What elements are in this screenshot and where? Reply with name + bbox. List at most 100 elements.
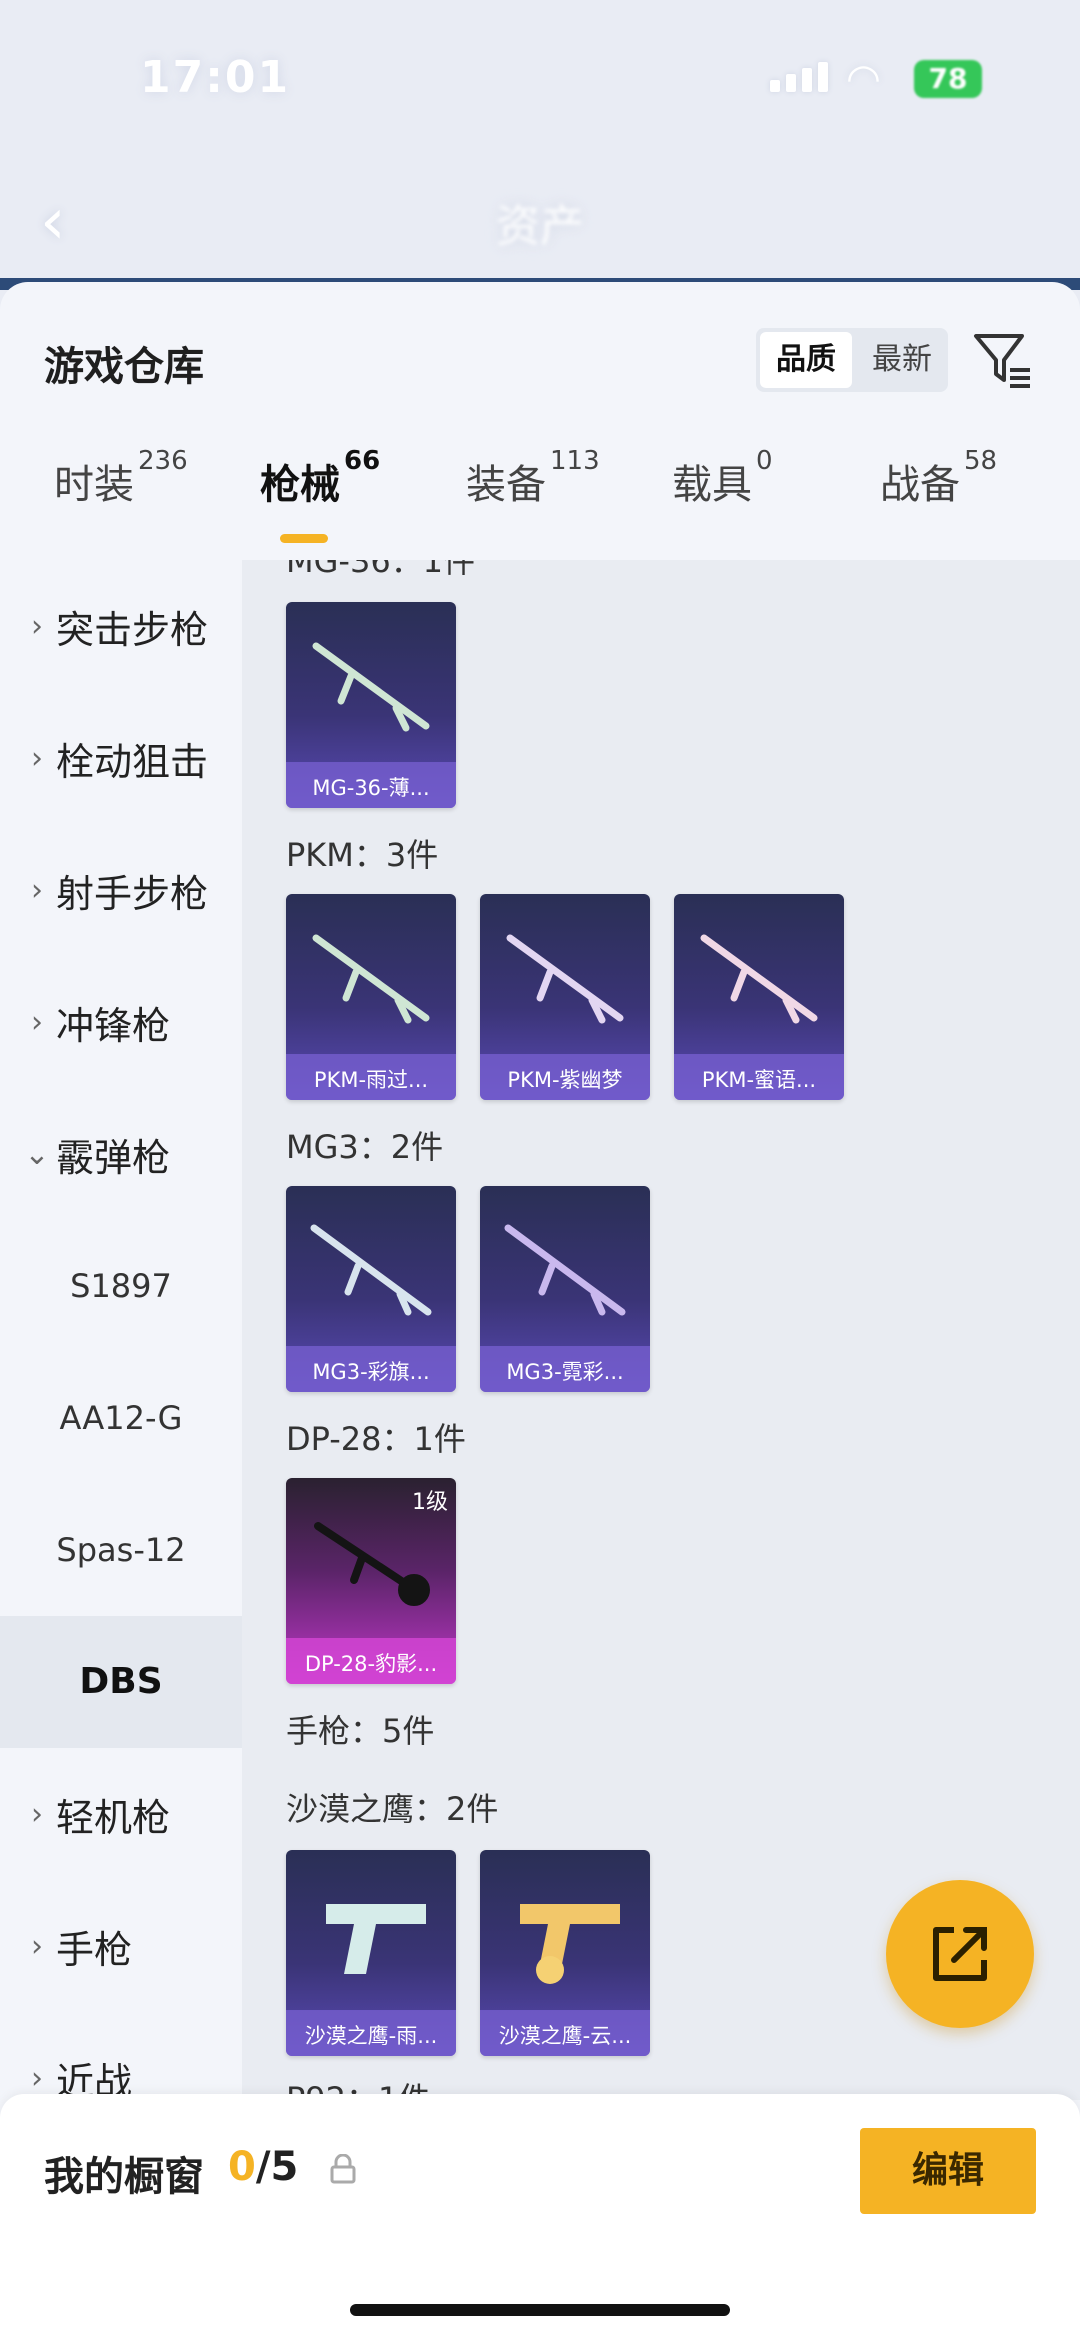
lock-icon bbox=[330, 2154, 356, 2184]
tab-vehicles[interactable]: 载具0 bbox=[672, 446, 773, 510]
rifle-icon bbox=[700, 934, 818, 1024]
warehouse-sheet: 游戏仓库 品质 最新 时装236 枪械66 装备113 载具0 战备58 › 突… bbox=[0, 282, 1080, 2341]
group-title: DP-28：1件 bbox=[286, 1420, 466, 1458]
showcase-count: 0/5 bbox=[228, 2144, 298, 2190]
sidebar-item-smg[interactable]: › 冲锋枪 bbox=[0, 956, 242, 1088]
group-title: PKM：3件 bbox=[286, 836, 439, 874]
chevron-right-icon: › bbox=[31, 1004, 43, 1040]
sidebar-item-pistol[interactable]: › 手枪 bbox=[0, 1880, 242, 2012]
wifi-icon: ◠ bbox=[846, 56, 881, 102]
sidebar-sub-dbs[interactable]: DBS bbox=[0, 1616, 242, 1748]
card-name: MG-36-薄... bbox=[312, 776, 430, 800]
card-name: PKM-雨过... bbox=[313, 1068, 429, 1092]
item-grid: MG-36：1件 MG-36-薄... PKM：3件 PKM-雨过... PKM… bbox=[242, 560, 1080, 2100]
tab-count: 236 bbox=[138, 446, 188, 476]
sort-latest-button[interactable]: 最新 bbox=[856, 328, 948, 392]
tab-count: 113 bbox=[550, 446, 600, 476]
tab-label: 载具 bbox=[672, 462, 752, 508]
group-title: MG3：2件 bbox=[286, 1128, 444, 1166]
sidebar-item-assault-rifle[interactable]: › 突击步枪 bbox=[0, 560, 242, 692]
filter-icon[interactable] bbox=[972, 328, 1034, 390]
home-indicator bbox=[350, 2304, 730, 2316]
rifle-icon bbox=[310, 1224, 432, 1316]
rifle-icon bbox=[312, 642, 430, 732]
share-button[interactable] bbox=[886, 1880, 1034, 2028]
item-card[interactable]: MG-36-薄... bbox=[286, 602, 456, 808]
group-title: MG-36：1件 bbox=[286, 560, 476, 580]
signal-icon bbox=[770, 62, 828, 92]
nav-bar: ‹ 资产 bbox=[0, 150, 1080, 290]
sidebar: › 突击步枪 › 栓动狙击 › 射手步枪 › 冲锋枪 ⌄ 霰弹枪 S1897 A… bbox=[0, 560, 242, 2104]
rifle-icon bbox=[504, 1224, 626, 1316]
tab-supplies[interactable]: 战备58 bbox=[880, 446, 997, 510]
tab-count: 58 bbox=[964, 446, 998, 476]
status-time: 17:01 bbox=[140, 52, 291, 103]
item-card[interactable]: 沙漠之鹰-云... bbox=[480, 1850, 650, 2056]
showcase-count-total: /5 bbox=[255, 2144, 299, 2190]
status-bar: 17:01 ◠ 78 bbox=[0, 0, 1080, 150]
sidebar-item-marksman-rifle[interactable]: › 射手步枪 bbox=[0, 824, 242, 956]
rifle-icon bbox=[506, 934, 624, 1024]
item-card[interactable]: MG3-霓彩... bbox=[480, 1186, 650, 1392]
item-card[interactable]: PKM-雨过... bbox=[286, 894, 456, 1100]
sidebar-item-label: 栓动狙击 bbox=[56, 739, 209, 784]
nav-title: 资产 bbox=[496, 201, 584, 252]
sidebar-item-label: 手枪 bbox=[56, 1927, 133, 1972]
sort-toggle: 品质 最新 bbox=[756, 328, 948, 392]
chevron-right-icon: › bbox=[31, 2060, 43, 2096]
tab-guns[interactable]: 枪械66 bbox=[260, 446, 380, 510]
active-tab-indicator bbox=[280, 534, 328, 543]
sidebar-sub-aa12g[interactable]: AA12-G bbox=[0, 1352, 242, 1484]
tab-label: 时装 bbox=[54, 462, 134, 508]
item-card[interactable]: 沙漠之鹰-雨... bbox=[286, 1850, 456, 2056]
tab-label: 枪械 bbox=[260, 462, 340, 508]
sidebar-sub-spas12[interactable]: Spas-12 bbox=[0, 1484, 242, 1616]
rifle-icon bbox=[312, 934, 430, 1024]
edit-button[interactable]: 编辑 bbox=[860, 2128, 1036, 2214]
sidebar-item-lmg[interactable]: › 轻机枪 bbox=[0, 1748, 242, 1880]
sidebar-item-label: 射手步枪 bbox=[56, 871, 209, 916]
chevron-right-icon: › bbox=[31, 1796, 43, 1832]
chevron-down-icon: ⌄ bbox=[24, 1136, 50, 1172]
tab-label: 战备 bbox=[880, 462, 960, 508]
card-name: 沙漠之鹰-雨... bbox=[304, 2024, 438, 2048]
sidebar-item-label: 冲锋枪 bbox=[56, 1003, 171, 1048]
pistol-icon bbox=[326, 1904, 426, 1974]
item-card[interactable]: MG3-彩旗... bbox=[286, 1186, 456, 1392]
group-title: 沙漠之鹰：2件 bbox=[286, 1790, 499, 1828]
sort-quality-button[interactable]: 品质 bbox=[760, 332, 852, 388]
chevron-right-icon: › bbox=[31, 872, 43, 908]
item-level: 1级 bbox=[412, 1490, 448, 1515]
item-card[interactable]: PKM-蜜语... bbox=[674, 894, 844, 1100]
card-name: MG3-霓彩... bbox=[506, 1360, 624, 1384]
page-title: 游戏仓库 bbox=[44, 344, 204, 390]
showcase-label: 我的橱窗 bbox=[44, 2154, 204, 2200]
group-title: 手枪：5件 bbox=[286, 1712, 435, 1750]
tab-label: 装备 bbox=[466, 462, 546, 508]
card-name: DP-28-豹影... bbox=[304, 1652, 438, 1676]
item-card[interactable]: 1级 DP-28-豹影... bbox=[286, 1478, 456, 1684]
chevron-right-icon: › bbox=[31, 1928, 43, 1964]
tab-fashion[interactable]: 时装236 bbox=[54, 446, 188, 510]
tab-count: 0 bbox=[756, 446, 773, 476]
sidebar-item-label: 轻机枪 bbox=[56, 1795, 171, 1840]
card-name: MG3-彩旗... bbox=[312, 1360, 430, 1384]
card-name: PKM-蜜语... bbox=[701, 1068, 817, 1092]
sidebar-item-label: 突击步枪 bbox=[56, 607, 209, 652]
showcase-count-current: 0 bbox=[228, 2144, 256, 2190]
tab-equipment[interactable]: 装备113 bbox=[466, 446, 600, 510]
chevron-right-icon: › bbox=[31, 740, 43, 776]
chevron-right-icon: › bbox=[31, 608, 43, 644]
pistol-icon bbox=[520, 1904, 620, 1984]
item-card[interactable]: PKM-紫幽梦 bbox=[480, 894, 650, 1100]
card-name: 沙漠之鹰-云... bbox=[498, 2024, 632, 2048]
sidebar-item-shotgun[interactable]: ⌄ 霰弹枪 bbox=[0, 1088, 242, 1220]
card-name: PKM-紫幽梦 bbox=[507, 1068, 623, 1092]
sidebar-item-bolt-sniper[interactable]: › 栓动狙击 bbox=[0, 692, 242, 824]
sidebar-sub-s1897[interactable]: S1897 bbox=[0, 1220, 242, 1352]
tab-count: 66 bbox=[344, 446, 381, 476]
battery-indicator: 78 bbox=[914, 60, 982, 98]
share-icon bbox=[933, 1927, 987, 1981]
sidebar-item-label: 霰弹枪 bbox=[56, 1135, 171, 1180]
category-tabs: 时装236 枪械66 装备113 载具0 战备58 bbox=[0, 432, 1080, 542]
